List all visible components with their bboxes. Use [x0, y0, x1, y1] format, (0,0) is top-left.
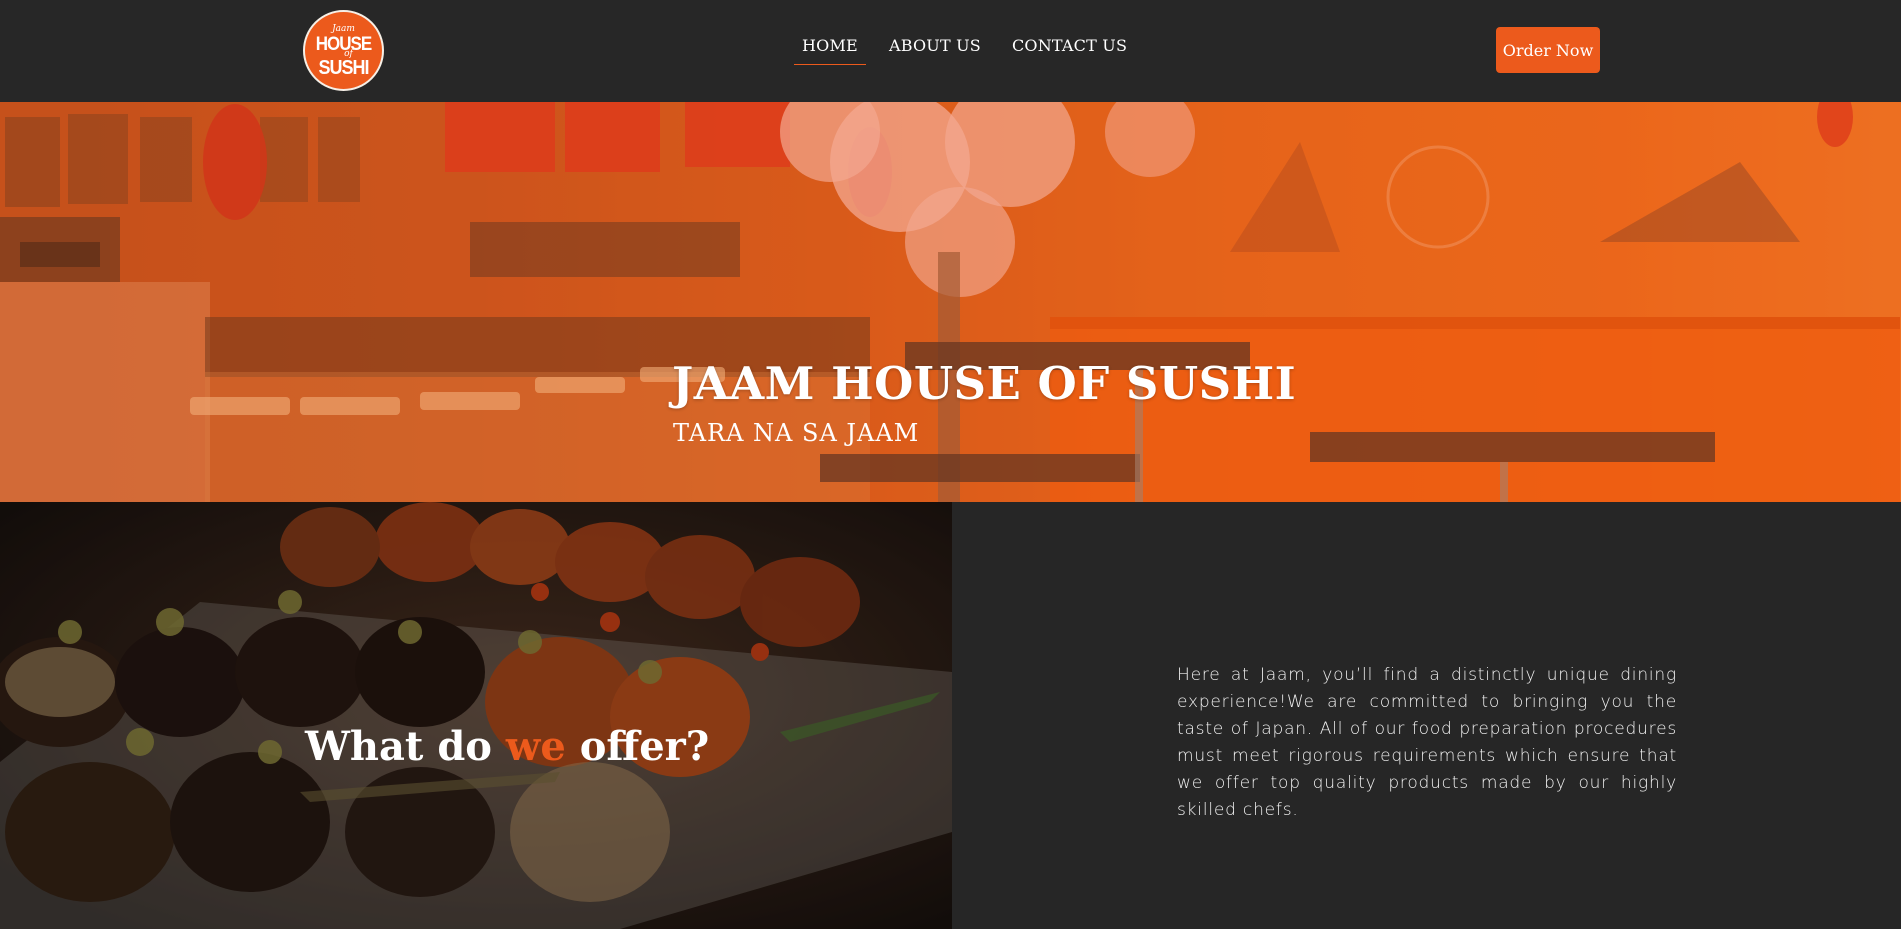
main-nav: HOME ABOUT US CONTACT US	[794, 36, 1150, 65]
order-now-button[interactable]: Order Now	[1496, 27, 1600, 73]
hero-background-image	[0, 102, 1901, 502]
nav-contact-us[interactable]: CONTACT US	[1004, 36, 1135, 65]
brand-logo[interactable]: Jaam HOUSE of SUSHI	[303, 10, 384, 91]
offer-heading-accent: we	[505, 723, 566, 770]
site-header: Jaam HOUSE of SUSHI HOME ABOUT US CONTAC…	[0, 0, 1901, 102]
offer-heading-pre: What do	[305, 723, 506, 770]
logo-text-bottom: SUSHI	[318, 55, 369, 79]
logo-text-mid: HOUSE	[315, 32, 372, 55]
offer-heading: What do we offer?	[305, 723, 709, 770]
nav-about-us[interactable]: ABOUT US	[881, 36, 989, 65]
hero-banner: JAAM HOUSE OF SUSHI TARA NA SA JAAM	[0, 102, 1901, 502]
sushi-image	[0, 502, 952, 929]
sushi-photo	[0, 502, 952, 929]
nav-home[interactable]: HOME	[794, 36, 866, 65]
hero-subtitle: TARA NA SA JAAM	[673, 419, 920, 447]
hero-title: JAAM HOUSE OF SUSHI	[672, 357, 1297, 410]
offer-description: Here at Jaam, you’ll find a distinctly u…	[1177, 665, 1677, 820]
offer-heading-post: offer?	[565, 723, 710, 770]
